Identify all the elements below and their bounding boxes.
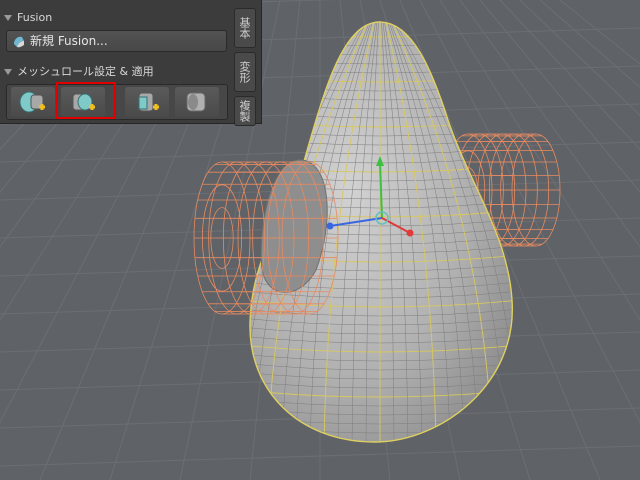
new-fusion-button[interactable]: 新規 Fusion... xyxy=(6,30,227,52)
side-tabs: 基本 変形 複製 xyxy=(232,6,258,126)
fusion-tool-row xyxy=(6,84,228,120)
z-axis-knob[interactable] xyxy=(326,222,334,230)
collapse-triangle-icon xyxy=(4,69,12,75)
union-fusion-button[interactable] xyxy=(11,87,55,117)
intersect-fusion-button[interactable] xyxy=(125,87,169,117)
tab-duplicate[interactable]: 複製 xyxy=(234,96,256,126)
fusion-section-header[interactable]: Fusion xyxy=(4,10,230,26)
fusion-icon xyxy=(11,34,27,56)
meshroll-section-header[interactable]: メッシュロール設定 & 適用 xyxy=(4,64,230,80)
intersect-fusion-icon xyxy=(138,92,159,112)
tab-deform[interactable]: 変形 xyxy=(234,52,256,92)
collapse-triangle-icon xyxy=(4,15,12,21)
remove-fusion-button[interactable] xyxy=(175,87,219,117)
remove-fusion-icon xyxy=(186,92,206,112)
tab-basic[interactable]: 基本 xyxy=(234,8,256,48)
fusion-tool-panel: Fusion 新規 Fusion... メッシュロール設定 & 適用 基本 変形… xyxy=(0,0,262,126)
selected-tool-highlight xyxy=(56,82,116,119)
new-fusion-label: 新規 Fusion... xyxy=(30,34,108,48)
union-fusion-icon xyxy=(19,91,45,113)
meshroll-header-label: メッシュロール設定 & 適用 xyxy=(17,65,154,78)
fusion-header-label: Fusion xyxy=(17,11,53,24)
x-axis-knob[interactable] xyxy=(406,229,414,237)
